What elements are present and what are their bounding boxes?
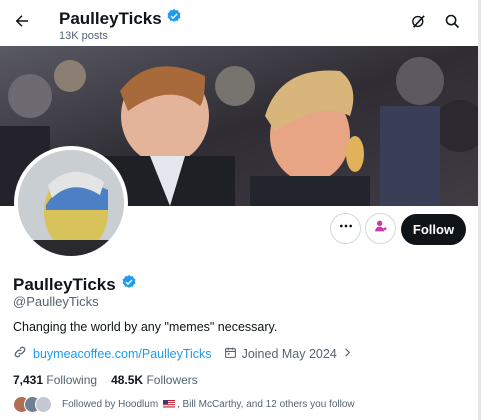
profile-meta: buymeacoffee.com/PaulleyTicks Joined May… bbox=[13, 345, 353, 362]
follow-button[interactable]: Follow bbox=[401, 214, 466, 245]
subscribe-button[interactable] bbox=[365, 213, 396, 244]
top-bar: PaulleyTicks 13K posts bbox=[0, 0, 481, 46]
header-name: PaulleyTicks bbox=[59, 8, 162, 28]
more-icon bbox=[338, 218, 354, 239]
following-label: Following bbox=[46, 373, 98, 387]
subscribe-icon bbox=[373, 218, 389, 239]
handle: @PaulleyTicks bbox=[13, 294, 99, 309]
joined-date[interactable]: Joined May 2024 bbox=[224, 346, 353, 362]
more-button[interactable] bbox=[330, 213, 361, 244]
followers-count: 48.5K bbox=[111, 373, 144, 387]
followed-by-prefix: Followed by Hoodlum bbox=[62, 399, 159, 410]
arrow-left-icon bbox=[13, 12, 31, 35]
grok-icon bbox=[410, 13, 427, 35]
header-title: PaulleyTicks bbox=[59, 8, 182, 29]
post-count: 13K posts bbox=[59, 30, 108, 42]
follow-counts: 7,431 Following 48.5K Followers bbox=[13, 373, 198, 387]
calendar-icon bbox=[224, 346, 237, 362]
followers-count-link[interactable]: 48.5K Followers bbox=[111, 373, 198, 387]
verified-badge-icon bbox=[166, 8, 182, 29]
followed-by-text: Followed by Hoodlum , Bill McCarthy, and… bbox=[62, 399, 355, 410]
back-button[interactable] bbox=[8, 9, 36, 37]
following-count-link[interactable]: 7,431 Following bbox=[13, 373, 97, 387]
verified-badge-icon[interactable] bbox=[121, 274, 137, 295]
avatar bbox=[35, 396, 52, 413]
display-name: PaulleyTicks bbox=[13, 274, 116, 294]
chevron-right-icon bbox=[342, 347, 353, 361]
followers-label: Followers bbox=[146, 373, 198, 387]
search-icon bbox=[444, 13, 461, 35]
following-count: 7,431 bbox=[13, 373, 44, 387]
followed-by[interactable]: Followed by Hoodlum , Bill McCarthy, and… bbox=[13, 396, 355, 413]
joined-text: Joined May 2024 bbox=[241, 346, 337, 361]
website-link[interactable]: buymeacoffee.com/PaulleyTicks bbox=[33, 347, 212, 361]
grok-button[interactable] bbox=[406, 12, 430, 36]
us-flag-icon bbox=[162, 400, 175, 409]
followed-by-suffix: , Bill McCarthy, and 12 others you follo… bbox=[176, 399, 355, 410]
display-name-row: PaulleyTicks bbox=[13, 274, 137, 295]
search-button[interactable] bbox=[440, 12, 464, 36]
profile-avatar[interactable] bbox=[14, 146, 128, 260]
avatar-image bbox=[18, 150, 124, 256]
link-icon bbox=[13, 345, 27, 362]
bio: Changing the world by any "memes" necess… bbox=[13, 320, 278, 334]
